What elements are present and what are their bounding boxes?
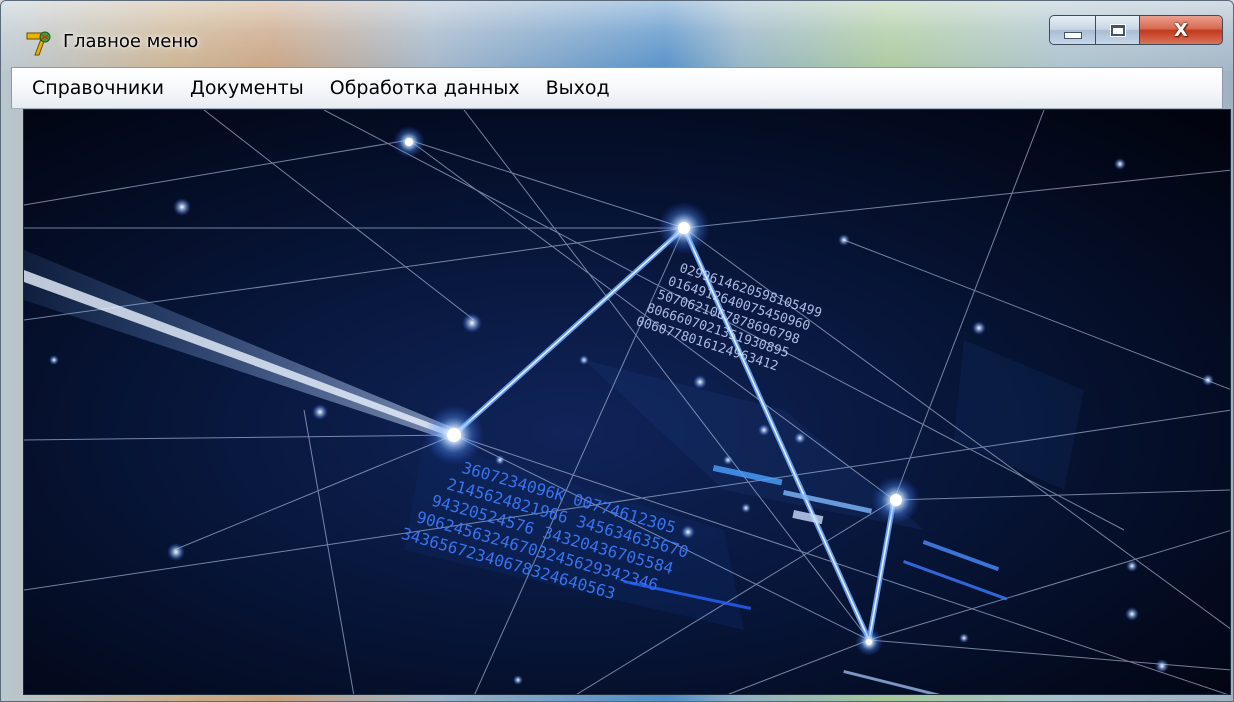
minimize-icon — [1063, 31, 1082, 39]
menu-bar: Справочники Документы Обработка данных В… — [11, 67, 1223, 109]
minimize-button[interactable] — [1049, 15, 1095, 45]
window-title: Главное меню — [63, 31, 199, 52]
menu-item-obrabotka-dannyh[interactable]: Обработка данных — [330, 77, 520, 99]
close-icon: X — [1174, 19, 1188, 41]
main-window: Главное меню X Справочники Документы Обр… — [0, 0, 1234, 702]
menu-item-dokumenty[interactable]: Документы — [190, 77, 304, 99]
title-bar[interactable]: Главное меню X — [1, 1, 1233, 67]
app-logo-icon — [26, 31, 51, 56]
menu-item-spravochniki[interactable]: Справочники — [32, 77, 164, 99]
maximize-button[interactable] — [1095, 15, 1139, 45]
background-image-panel: 0299614620598105499 0164912640075450960 … — [23, 109, 1231, 695]
close-button[interactable]: X — [1139, 15, 1223, 45]
menu-item-vyhod[interactable]: Выход — [546, 77, 610, 99]
network-background-image: 0299614620598105499 0164912640075450960 … — [24, 110, 1230, 694]
maximize-icon — [1109, 23, 1126, 37]
caption-buttons: X — [1049, 15, 1223, 45]
